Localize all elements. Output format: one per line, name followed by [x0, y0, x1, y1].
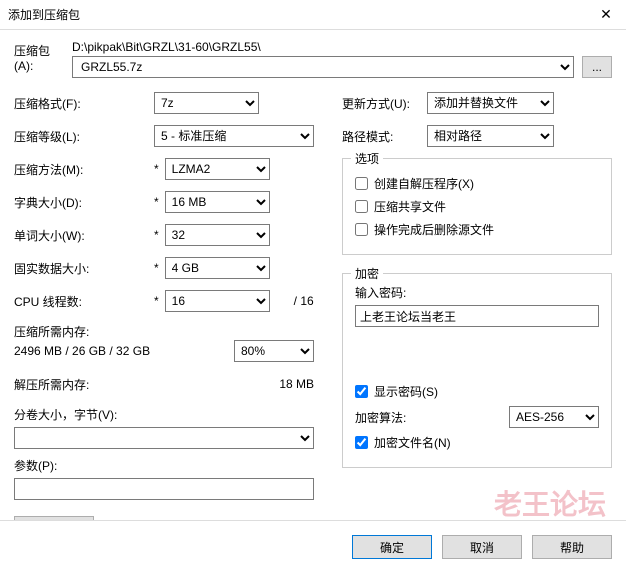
word-label: 单词大小(W):: [14, 227, 154, 244]
titlebar: 添加到压缩包 ✕: [0, 0, 626, 30]
split-select[interactable]: [14, 427, 314, 449]
algo-label: 加密算法:: [355, 409, 499, 426]
ok-button[interactable]: 确定: [352, 535, 432, 559]
show-password-label: 显示密码(S): [374, 383, 438, 400]
password-input[interactable]: [355, 305, 599, 327]
sfx-label: 创建自解压程序(X): [374, 175, 474, 192]
word-select[interactable]: 32: [165, 224, 270, 246]
share-checkbox[interactable]: [355, 200, 368, 213]
method-select[interactable]: LZMA2: [165, 158, 270, 180]
sfx-checkbox[interactable]: [355, 177, 368, 190]
solid-select[interactable]: 4 GB: [165, 257, 270, 279]
split-label: 分卷大小，字节(V):: [14, 406, 314, 423]
delete-checkbox-row[interactable]: 操作完成后删除源文件: [355, 221, 599, 238]
encrypt-filenames-label: 加密文件名(N): [374, 434, 451, 451]
share-label: 压缩共享文件: [374, 198, 446, 215]
options-group-title: 选项: [351, 150, 383, 167]
method-label: 压缩方法(M):: [14, 161, 154, 178]
encrypt-filenames-row[interactable]: 加密文件名(N): [355, 434, 599, 451]
cpu-max: / 16: [294, 294, 314, 308]
archive-path-display: D:\pikpak\Bit\GRZL\31-60\GRZL55\: [72, 40, 612, 54]
mem-compress-value: 2496 MB / 26 GB / 32 GB: [14, 344, 150, 358]
encrypt-filenames-checkbox[interactable]: [355, 436, 368, 449]
cancel-button[interactable]: 取消: [442, 535, 522, 559]
show-password-row[interactable]: 显示密码(S): [355, 383, 599, 400]
options-group: 选项 创建自解压程序(X) 压缩共享文件 操作完成后删除源文件: [342, 158, 612, 255]
solid-bullet: *: [154, 261, 159, 275]
dict-label: 字典大小(D):: [14, 194, 154, 211]
dict-select[interactable]: 16 MB: [165, 191, 270, 213]
delete-checkbox[interactable]: [355, 223, 368, 236]
archive-label: 压缩包(A):: [14, 40, 64, 73]
close-icon[interactable]: ✕: [586, 0, 626, 30]
encrypt-group-title: 加密: [351, 265, 383, 282]
method-bullet: *: [154, 162, 159, 176]
mem-decompress-label: 解压所需内存:: [14, 376, 154, 393]
cpu-select[interactable]: 16: [165, 290, 270, 312]
show-password-checkbox[interactable]: [355, 385, 368, 398]
update-label: 更新方式(U):: [342, 95, 427, 112]
cpu-bullet: *: [154, 294, 159, 308]
dict-bullet: *: [154, 195, 159, 209]
params-input[interactable]: [14, 478, 314, 500]
level-label: 压缩等级(L):: [14, 128, 154, 145]
pathmode-label: 路径模式:: [342, 128, 427, 145]
pathmode-select[interactable]: 相对路径: [427, 125, 554, 147]
update-select[interactable]: 添加并替换文件: [427, 92, 554, 114]
word-bullet: *: [154, 228, 159, 242]
password-label: 输入密码:: [355, 284, 599, 301]
help-button[interactable]: 帮助: [532, 535, 612, 559]
delete-label: 操作完成后删除源文件: [374, 221, 494, 238]
params-label: 参数(P):: [14, 457, 314, 474]
encrypt-group: 加密 输入密码: 显示密码(S) 加密算法: AES-256 加密文件名(N): [342, 273, 612, 468]
share-checkbox-row[interactable]: 压缩共享文件: [355, 198, 599, 215]
format-label: 压缩格式(F):: [14, 95, 154, 112]
button-bar: 确定 取消 帮助: [0, 520, 626, 573]
window-title: 添加到压缩包: [8, 6, 80, 23]
sfx-checkbox-row[interactable]: 创建自解压程序(X): [355, 175, 599, 192]
mem-compress-label: 压缩所需内存:: [14, 323, 314, 340]
algo-select[interactable]: AES-256: [509, 406, 599, 428]
cpu-label: CPU 线程数:: [14, 293, 154, 310]
mem-decompress-value: 18 MB: [154, 377, 314, 391]
level-select[interactable]: 5 - 标准压缩: [154, 125, 314, 147]
solid-label: 固实数据大小:: [14, 260, 154, 277]
browse-button[interactable]: ...: [582, 56, 612, 78]
mem-compress-pct-select[interactable]: 80%: [234, 340, 314, 362]
format-select[interactable]: 7z: [154, 92, 259, 114]
archive-filename-select[interactable]: GRZL55.7z: [72, 56, 574, 78]
